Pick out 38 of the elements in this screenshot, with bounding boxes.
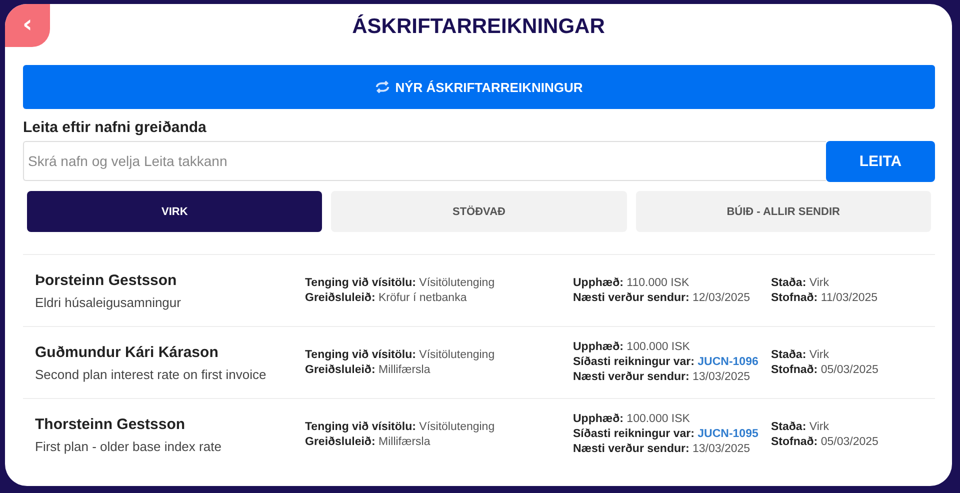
status-tab[interactable]: STÖÐVAÐ bbox=[331, 191, 627, 232]
info-line: Síðasti reikningur var: JUCN-1096 bbox=[573, 355, 760, 370]
invoice-link[interactable]: JUCN-1095 bbox=[698, 428, 758, 440]
info-line: Staða: Virk bbox=[771, 348, 830, 362]
info-line: Staða: Virk bbox=[771, 276, 830, 290]
plan-description: First plan - older base index rate bbox=[35, 438, 222, 454]
back-button[interactable]: ‹ bbox=[5, 4, 50, 47]
status-tab[interactable]: BÚIÐ - ALLIR SENDIR bbox=[636, 191, 931, 232]
payer-name: Thorsteinn Gestsson bbox=[35, 416, 186, 432]
info-line: Næsti verður sendur: 13/03/2025 bbox=[573, 370, 752, 385]
info-line: Tenging við vísitölu: Vísitölutenging bbox=[305, 348, 496, 362]
info-line: Síðasti reikningur var: JUCN-1095 bbox=[573, 427, 760, 442]
info-line: Greiðsluleið: Kröfur í netbanka bbox=[305, 290, 468, 306]
info-line: Stofnað: 05/03/2025 bbox=[771, 362, 880, 378]
invoice-link[interactable]: JUCN-1096 bbox=[698, 356, 758, 368]
search-field[interactable]: Skrá nafn og velja Leita takkann bbox=[23, 141, 826, 181]
payer-name: Þorsteinn Gestsson bbox=[35, 272, 178, 288]
new-subscription-button[interactable]: NÝR ÁSKRIFTARREIKNINGUR bbox=[23, 65, 935, 109]
search-button[interactable]: LEITA bbox=[826, 141, 935, 182]
info-line: Staða: Virk bbox=[771, 420, 830, 434]
info-line: Upphæð: 100.000 ISK bbox=[573, 340, 691, 355]
info-line: Greiðsluleið: Millifærsla bbox=[305, 434, 432, 450]
info-line: Stofnað: 05/03/2025 bbox=[771, 434, 880, 450]
status-tab[interactable]: VIRK bbox=[27, 191, 322, 232]
search-label: Leita eftir nafni greiðanda bbox=[23, 119, 208, 136]
repeat-icon bbox=[375, 80, 390, 94]
info-line: Upphæð: 100.000 ISK bbox=[573, 412, 691, 427]
plan-description: Second plan interest rate on first invoice bbox=[35, 366, 268, 382]
info-line: Tenging við vísitölu: Vísitölutenging bbox=[305, 420, 496, 434]
info-line: Næsti verður sendur: 13/03/2025 bbox=[573, 442, 752, 457]
info-line: Stofnað: 11/03/2025 bbox=[771, 290, 879, 306]
info-line: Tenging við vísitölu: Vísitölutenging bbox=[305, 276, 496, 290]
info-line: Greiðsluleið: Millifærsla bbox=[305, 362, 432, 378]
info-line: Næsti verður sendur: 12/03/2025 bbox=[573, 290, 752, 306]
page-title: ÁSKRIFTARREIKNINGAR bbox=[351, 15, 606, 39]
info-line: Upphæð: 110.000 ISK bbox=[573, 276, 690, 290]
plan-description: Eldri húsaleigusamningur bbox=[35, 294, 182, 310]
payer-name: Guðmundur Kári Kárason bbox=[35, 344, 220, 360]
